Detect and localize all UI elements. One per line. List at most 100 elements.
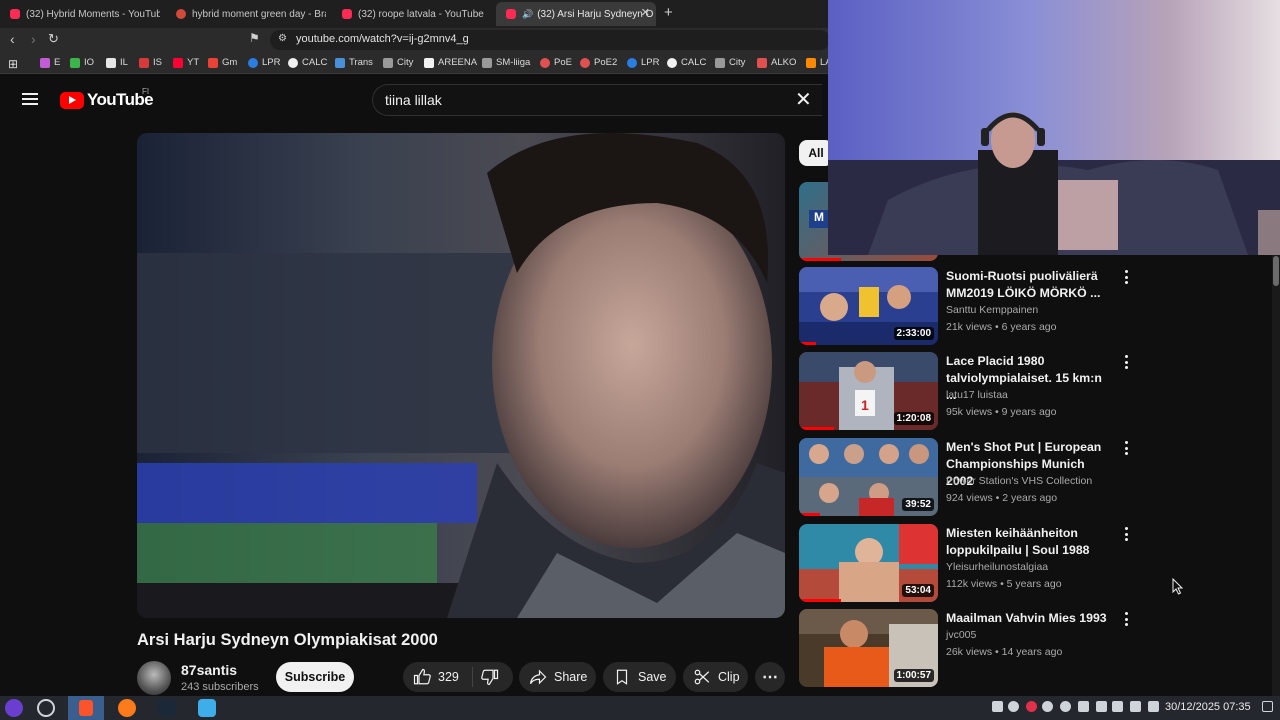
recommendation-title[interactable]: Miesten keihäänheiton loppukilpailu | So… xyxy=(946,525,1111,559)
file-manager-icon[interactable] xyxy=(198,699,216,717)
youtube-favicon-icon xyxy=(506,9,516,19)
recommendation-channel[interactable]: jvc005 xyxy=(946,629,976,641)
channel-avatar[interactable] xyxy=(137,661,171,695)
thumbs-down-icon xyxy=(481,669,499,686)
device-icon[interactable] xyxy=(1096,701,1107,712)
bookmark-item[interactable]: IO xyxy=(70,57,94,68)
video-duration: 1:20:08 xyxy=(893,412,934,425)
save-button[interactable]: Save xyxy=(603,662,676,692)
video-duration: 39:52 xyxy=(902,498,934,511)
more-horizontal-icon: ⋯ xyxy=(762,669,778,686)
youtube-favicon-icon xyxy=(342,9,352,19)
watch-progress-bar xyxy=(799,258,841,261)
site-info-icon[interactable]: ⚙ xyxy=(278,33,287,44)
video-thumbnail[interactable]: 1:00:57 xyxy=(799,609,938,687)
forward-icon[interactable]: › xyxy=(31,31,36,47)
recommendation-item[interactable]: 1:00:57 Maailman Vahvin Mies 1993 jvc005… xyxy=(799,609,1219,689)
bookmark-item[interactable]: AREENA xyxy=(424,57,477,68)
more-actions-button[interactable]: ⋯ xyxy=(755,662,785,692)
bookmark-item[interactable]: SM-liiga xyxy=(482,57,530,68)
channel-name[interactable]: 87santis xyxy=(181,662,237,678)
show-desktop-icon[interactable] xyxy=(1262,701,1273,712)
steam-icon[interactable] xyxy=(158,699,176,717)
hamburger-menu-icon[interactable] xyxy=(22,93,38,105)
bookmark-item[interactable]: IL xyxy=(106,57,128,68)
close-tab-icon[interactable]: ✕ xyxy=(641,6,650,19)
microphone-icon[interactable] xyxy=(1112,701,1123,712)
share-button[interactable]: Share xyxy=(519,662,596,692)
clip-button[interactable]: Clip xyxy=(683,662,748,692)
reload-icon[interactable]: ↻ xyxy=(48,31,59,47)
bookmark-item[interactable]: LPR xyxy=(627,57,659,68)
bookmark-item[interactable]: City xyxy=(383,57,413,68)
steam-tray-icon[interactable] xyxy=(1042,701,1053,712)
dislike-button[interactable] xyxy=(473,668,506,686)
display-icon[interactable] xyxy=(1130,701,1141,712)
browser-tab[interactable]: hybrid moment green day - Bra xyxy=(166,2,326,26)
search-query[interactable]: tiina lillak xyxy=(385,92,442,108)
like-button[interactable]: 329 xyxy=(403,667,473,687)
recommendation-channel[interactable]: latu17 luistaa xyxy=(946,389,1008,401)
notification-icon[interactable] xyxy=(992,701,1003,712)
url-text[interactable]: youtube.com/watch?v=ij-g2mnv4_g xyxy=(296,33,469,45)
bookmark-item[interactable]: Gm xyxy=(208,57,237,68)
youtube-logo-icon[interactable] xyxy=(60,92,84,109)
bookmark-item[interactable]: YT xyxy=(173,57,199,68)
subscribe-button[interactable]: Subscribe xyxy=(276,662,354,692)
recommendation-item[interactable]: 53:04 Miesten keihäänheiton loppukilpail… xyxy=(799,524,1219,604)
browser-tab[interactable]: (32) Hybrid Moments - YouTube xyxy=(0,2,160,26)
address-bar[interactable]: ⚙ youtube.com/watch?v=ij-g2mnv4_g xyxy=(270,30,830,50)
more-vertical-icon[interactable] xyxy=(1125,612,1129,626)
bookmark-icon[interactable]: ⚑ xyxy=(249,31,260,45)
video-thumbnail[interactable]: 53:04 xyxy=(799,524,938,602)
watch-progress-bar xyxy=(799,513,820,516)
recommendation-item[interactable]: 39:52 Men's Shot Put | European Champion… xyxy=(799,438,1219,518)
system-settings-icon[interactable] xyxy=(37,699,55,717)
bookmark-item[interactable]: E xyxy=(40,57,60,68)
video-thumbnail[interactable]: 2:33:00 xyxy=(799,267,938,345)
video-thumbnail[interactable]: 1 1:20:08 xyxy=(799,352,938,430)
recommendation-title[interactable]: Maailman Vahvin Mies 1993 xyxy=(946,610,1111,627)
clear-search-icon[interactable]: ✕ xyxy=(795,90,812,110)
apps-grid-icon[interactable]: ⊞ xyxy=(8,57,18,71)
more-vertical-icon[interactable] xyxy=(1125,527,1129,541)
bookmark-item[interactable]: CALC xyxy=(288,57,327,68)
bookmark-item[interactable]: LPR xyxy=(248,57,280,68)
bookmark-item[interactable]: IS xyxy=(139,57,162,68)
webcam-image xyxy=(828,0,1280,255)
volume-icon[interactable] xyxy=(1078,701,1089,712)
taskbar-brave-active[interactable] xyxy=(68,696,104,720)
more-vertical-icon[interactable] xyxy=(1125,270,1129,284)
video-player[interactable] xyxy=(137,133,785,618)
subscriber-count: 243 subscribers xyxy=(181,681,259,693)
network-status-icon[interactable] xyxy=(1008,701,1019,712)
bookmark-item[interactable]: PoE2 xyxy=(580,57,617,68)
recommendation-item[interactable]: 2:33:00 Suomi-Ruotsi puolivälierä MM2019… xyxy=(799,267,1219,347)
recommendation-channel[interactable]: Santtu Kemppainen xyxy=(946,304,1038,316)
bookmark-item[interactable]: Trans xyxy=(335,57,373,68)
more-vertical-icon[interactable] xyxy=(1125,441,1129,455)
scrollbar-thumb[interactable] xyxy=(1273,256,1279,286)
bookmark-item[interactable]: City xyxy=(715,57,745,68)
recommendation-channel[interactable]: Yleisurheilunostalgiaa xyxy=(946,561,1048,573)
lock-icon[interactable] xyxy=(1148,701,1159,712)
record-indicator-icon[interactable] xyxy=(1026,701,1037,712)
new-tab-icon[interactable]: + xyxy=(664,4,673,21)
media-play-icon[interactable] xyxy=(1060,701,1071,712)
browser-tab-active[interactable]: 🔊 (32) Arsi Harju Sydneyn O ✕ xyxy=(496,2,656,26)
recommendation-channel[interactable]: Power Station's VHS Collection xyxy=(946,475,1092,487)
system-clock[interactable]: 30/12/2025 07:35 xyxy=(1165,701,1251,713)
search-input[interactable]: tiina lillak xyxy=(372,84,822,116)
recommendation-item[interactable]: 1 1:20:08 Lace Placid 1980 talviolympial… xyxy=(799,352,1219,432)
start-menu-icon[interactable] xyxy=(5,699,23,717)
browser-tab[interactable]: (32) roope latvala - YouTube xyxy=(332,2,492,26)
video-thumbnail[interactable]: 39:52 xyxy=(799,438,938,516)
back-icon[interactable]: ‹ xyxy=(10,31,15,47)
bookmark-item[interactable]: PoE xyxy=(540,57,572,68)
bookmark-item[interactable]: CALC xyxy=(667,57,706,68)
recommendation-title[interactable]: Suomi-Ruotsi puolivälierä MM2019 LÖIKÖ M… xyxy=(946,268,1111,302)
more-vertical-icon[interactable] xyxy=(1125,355,1129,369)
scrollbar-track[interactable] xyxy=(1272,255,1280,696)
firefox-icon[interactable] xyxy=(118,699,136,717)
bookmark-item[interactable]: ALKO xyxy=(757,57,796,68)
